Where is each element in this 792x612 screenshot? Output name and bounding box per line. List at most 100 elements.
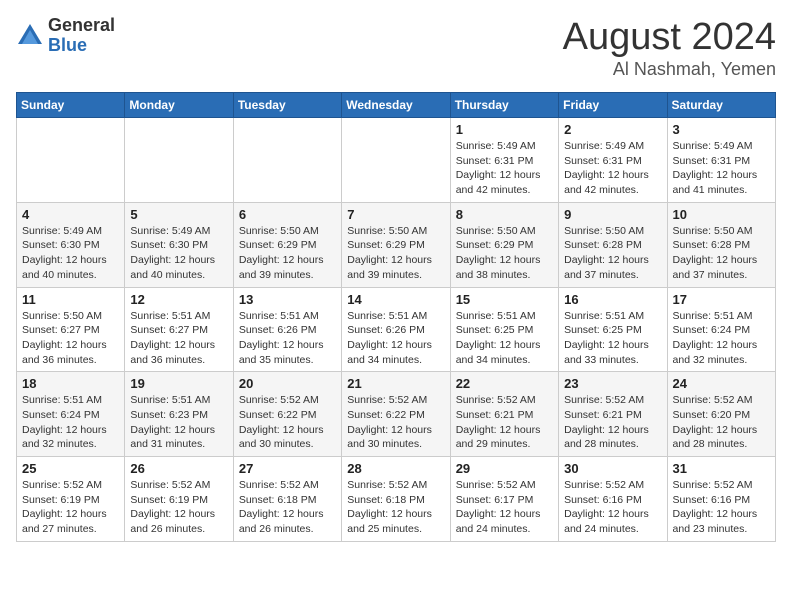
day-number: 21 xyxy=(347,376,444,391)
cell-content: Sunrise: 5:49 AM Sunset: 6:31 PM Dayligh… xyxy=(673,139,770,198)
day-number: 17 xyxy=(673,292,770,307)
calendar-cell: 18 Sunrise: 5:51 AM Sunset: 6:24 PM Dayli… xyxy=(17,372,125,457)
day-number: 11 xyxy=(22,292,119,307)
cell-content: Sunrise: 5:50 AM Sunset: 6:28 PM Dayligh… xyxy=(673,224,770,283)
day-header-wednesday: Wednesday xyxy=(342,93,450,118)
calendar-cell: 1Sunrise: 5:49 AM Sunset: 6:31 PM Daylig… xyxy=(450,118,558,203)
cell-content: Sunrise: 5:49 AM Sunset: 6:30 PM Dayligh… xyxy=(22,224,119,283)
calendar-cell: 26Sunrise: 5:52 AM Sunset: 6:19 PM Dayli… xyxy=(125,457,233,542)
cell-content: Sunrise: 5:51 AM Sunset: 6:25 PM Dayligh… xyxy=(564,309,661,368)
cell-content: Sunrise: 5:50 AM Sunset: 6:29 PM Dayligh… xyxy=(456,224,553,283)
calendar-body: 1 Sunrise: 5:49 AM Sunset: 6:31 PM Daylig… xyxy=(17,118,776,542)
calendar-week-1: 1 Sunrise: 5:49 AM Sunset: 6:31 PM Daylig… xyxy=(17,118,776,203)
days-header-row: SundayMondayTuesdayWednesdayThursdayFrid… xyxy=(17,93,776,118)
calendar-cell: 27 Sunrise: 5:52 AM Sunset: 6:18 PM Dayli… xyxy=(233,457,341,542)
calendar-cell: 20 Sunrise: 5:52 AM Sunset: 6:22 PM Dayli… xyxy=(233,372,341,457)
month-title: August 2024 xyxy=(563,16,776,59)
calendar-cell: 8 Sunrise: 5:50 AM Sunset: 6:29 PM Daylig… xyxy=(450,202,558,287)
day-number: 7 xyxy=(347,207,444,222)
calendar-cell: 17 Sunrise: 5:51 AM Sunset: 6:24 PM Dayli… xyxy=(667,287,775,372)
day-number: 27 xyxy=(239,461,336,476)
cell-content: Sunrise: 5:51 AM Sunset: 6:24 PM Dayligh… xyxy=(673,309,770,368)
calendar-cell xyxy=(17,118,125,203)
day-number: 30 xyxy=(564,461,661,476)
cell-content: Sunrise: 5:52 AM Sunset: 6:20 PM Dayligh… xyxy=(673,393,770,452)
day-number: 15 xyxy=(456,292,553,307)
calendar-cell: 21 Sunrise: 5:52 AM Sunset: 6:22 PM Dayli… xyxy=(342,372,450,457)
calendar-cell: 5Sunrise: 5:49 AM Sunset: 6:30 PM Daylig… xyxy=(125,202,233,287)
day-header-monday: Monday xyxy=(125,93,233,118)
calendar-cell: 29Sunrise: 5:52 AM Sunset: 6:17 PM Dayli… xyxy=(450,457,558,542)
calendar-cell: 22 Sunrise: 5:52 AM Sunset: 6:21 PM Dayli… xyxy=(450,372,558,457)
day-number: 1 xyxy=(456,122,553,137)
cell-content: Sunrise: 5:52 AM Sunset: 6:22 PM Dayligh… xyxy=(239,393,336,452)
calendar-week-5: 25Sunrise: 5:52 AM Sunset: 6:19 PM Dayli… xyxy=(17,457,776,542)
day-number: 26 xyxy=(130,461,227,476)
calendar-cell: 25Sunrise: 5:52 AM Sunset: 6:19 PM Dayli… xyxy=(17,457,125,542)
calendar-cell: 7 Sunrise: 5:50 AM Sunset: 6:29 PM Daylig… xyxy=(342,202,450,287)
day-number: 10 xyxy=(673,207,770,222)
cell-content: Sunrise: 5:52 AM Sunset: 6:21 PM Dayligh… xyxy=(564,393,661,452)
cell-content: Sunrise: 5:50 AM Sunset: 6:29 PM Dayligh… xyxy=(239,224,336,283)
cell-content: Sunrise: 5:52 AM Sunset: 6:22 PM Dayligh… xyxy=(347,393,444,452)
calendar-cell: 10 Sunrise: 5:50 AM Sunset: 6:28 PM Dayli… xyxy=(667,202,775,287)
day-number: 9 xyxy=(564,207,661,222)
day-number: 19 xyxy=(130,376,227,391)
day-number: 4 xyxy=(22,207,119,222)
cell-content: Sunrise: 5:52 AM Sunset: 6:16 PM Dayligh… xyxy=(564,478,661,537)
calendar-cell xyxy=(342,118,450,203)
calendar-cell: 28Sunrise: 5:52 AM Sunset: 6:18 PM Dayli… xyxy=(342,457,450,542)
logo-blue-text: Blue xyxy=(48,36,115,56)
cell-content: Sunrise: 5:50 AM Sunset: 6:29 PM Dayligh… xyxy=(347,224,444,283)
cell-content: Sunrise: 5:52 AM Sunset: 6:21 PM Dayligh… xyxy=(456,393,553,452)
calendar-cell: 6 Sunrise: 5:50 AM Sunset: 6:29 PM Daylig… xyxy=(233,202,341,287)
day-number: 23 xyxy=(564,376,661,391)
calendar-table: SundayMondayTuesdayWednesdayThursdayFrid… xyxy=(16,92,776,542)
day-number: 2 xyxy=(564,122,661,137)
cell-content: Sunrise: 5:51 AM Sunset: 6:23 PM Dayligh… xyxy=(130,393,227,452)
calendar-cell: 2 Sunrise: 5:49 AM Sunset: 6:31 PM Daylig… xyxy=(559,118,667,203)
calendar-week-4: 18 Sunrise: 5:51 AM Sunset: 6:24 PM Dayli… xyxy=(17,372,776,457)
calendar-cell: 16 Sunrise: 5:51 AM Sunset: 6:25 PM Dayli… xyxy=(559,287,667,372)
cell-content: Sunrise: 5:52 AM Sunset: 6:18 PM Dayligh… xyxy=(239,478,336,537)
page-header: General Blue August 2024 Al Nashmah, Yem… xyxy=(16,16,776,80)
cell-content: Sunrise: 5:51 AM Sunset: 6:24 PM Dayligh… xyxy=(22,393,119,452)
calendar-cell: 11 Sunrise: 5:50 AM Sunset: 6:27 PM Dayli… xyxy=(17,287,125,372)
calendar-cell: 4 Sunrise: 5:49 AM Sunset: 6:30 PM Daylig… xyxy=(17,202,125,287)
calendar-cell xyxy=(233,118,341,203)
calendar-cell: 30 Sunrise: 5:52 AM Sunset: 6:16 PM Dayli… xyxy=(559,457,667,542)
day-header-thursday: Thursday xyxy=(450,93,558,118)
cell-content: Sunrise: 5:49 AM Sunset: 6:31 PM Dayligh… xyxy=(564,139,661,198)
cell-content: Sunrise: 5:50 AM Sunset: 6:27 PM Dayligh… xyxy=(22,309,119,368)
calendar-week-2: 4 Sunrise: 5:49 AM Sunset: 6:30 PM Daylig… xyxy=(17,202,776,287)
calendar-cell: 3Sunrise: 5:49 AM Sunset: 6:31 PM Daylig… xyxy=(667,118,775,203)
day-number: 20 xyxy=(239,376,336,391)
cell-content: Sunrise: 5:52 AM Sunset: 6:19 PM Dayligh… xyxy=(22,478,119,537)
logo: General Blue xyxy=(16,16,115,56)
calendar-cell: 19 Sunrise: 5:51 AM Sunset: 6:23 PM Dayli… xyxy=(125,372,233,457)
calendar-cell: 12 Sunrise: 5:51 AM Sunset: 6:27 PM Dayli… xyxy=(125,287,233,372)
day-number: 22 xyxy=(456,376,553,391)
day-header-friday: Friday xyxy=(559,93,667,118)
calendar-cell: 23 Sunrise: 5:52 AM Sunset: 6:21 PM Dayli… xyxy=(559,372,667,457)
day-header-tuesday: Tuesday xyxy=(233,93,341,118)
day-number: 6 xyxy=(239,207,336,222)
location-title: Al Nashmah, Yemen xyxy=(563,59,776,80)
day-number: 18 xyxy=(22,376,119,391)
day-number: 31 xyxy=(673,461,770,476)
cell-content: Sunrise: 5:51 AM Sunset: 6:26 PM Dayligh… xyxy=(347,309,444,368)
day-header-saturday: Saturday xyxy=(667,93,775,118)
calendar-cell: 24 Sunrise: 5:52 AM Sunset: 6:20 PM Dayli… xyxy=(667,372,775,457)
cell-content: Sunrise: 5:52 AM Sunset: 6:17 PM Dayligh… xyxy=(456,478,553,537)
day-number: 8 xyxy=(456,207,553,222)
day-number: 24 xyxy=(673,376,770,391)
calendar-cell xyxy=(125,118,233,203)
cell-content: Sunrise: 5:51 AM Sunset: 6:27 PM Dayligh… xyxy=(130,309,227,368)
day-header-sunday: Sunday xyxy=(17,93,125,118)
day-number: 14 xyxy=(347,292,444,307)
cell-content: Sunrise: 5:52 AM Sunset: 6:16 PM Dayligh… xyxy=(673,478,770,537)
day-number: 12 xyxy=(130,292,227,307)
day-number: 16 xyxy=(564,292,661,307)
day-number: 13 xyxy=(239,292,336,307)
calendar-cell: 14 Sunrise: 5:51 AM Sunset: 6:26 PM Dayli… xyxy=(342,287,450,372)
